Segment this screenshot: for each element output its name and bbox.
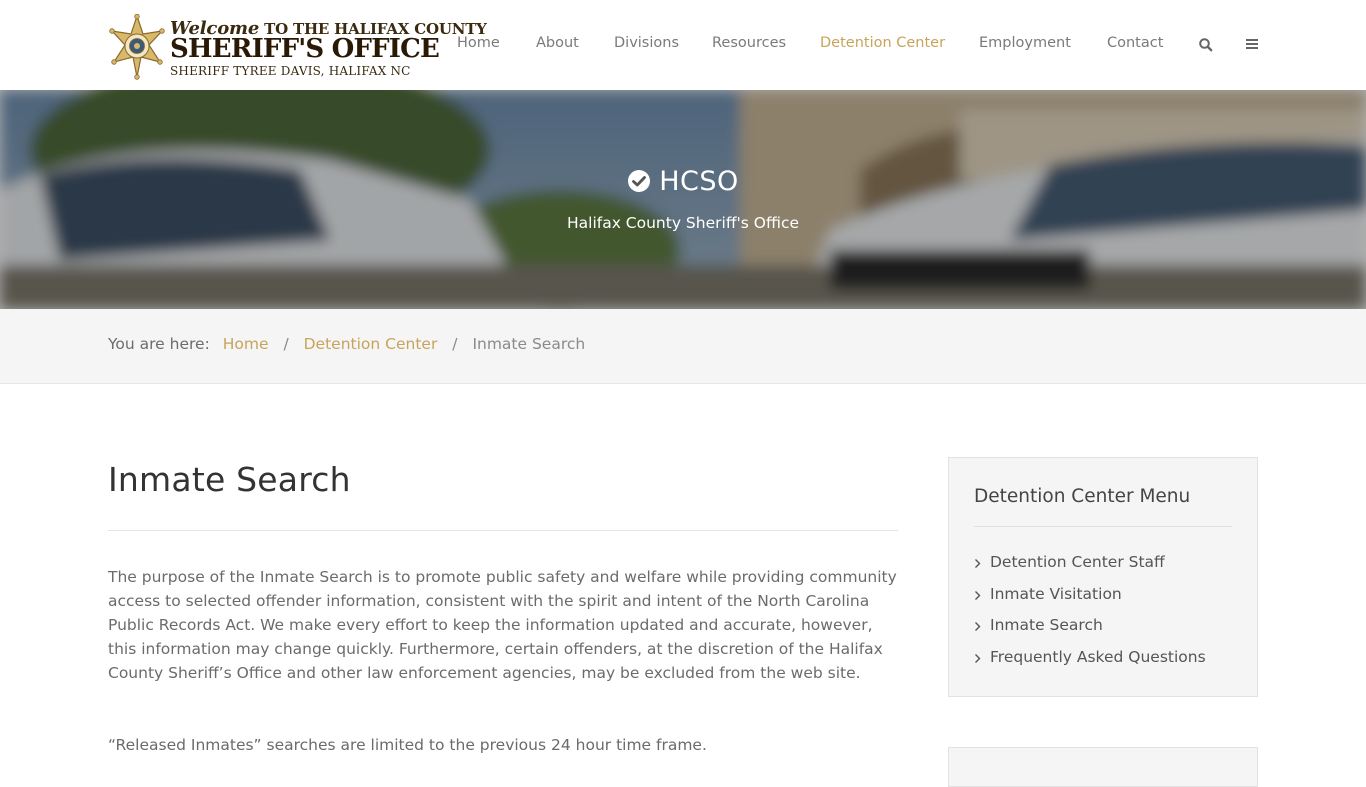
chevron-right-icon bbox=[975, 559, 981, 568]
sheriff-star-icon bbox=[109, 14, 165, 80]
check-circle-icon bbox=[628, 170, 651, 192]
search-icon[interactable] bbox=[1198, 35, 1214, 53]
title-divider bbox=[108, 530, 898, 531]
nav-detention-center[interactable]: Detention Center bbox=[820, 35, 945, 51]
nav-employment[interactable]: Employment bbox=[979, 35, 1071, 51]
hero-subtitle: Halifax County Sheriff's Office bbox=[566, 214, 799, 232]
released-inmates-note: “Released Inmates” searches are limited … bbox=[108, 736, 707, 754]
breadcrumb-lead: You are here: bbox=[108, 335, 210, 353]
sidebar-item-faq[interactable]: Frequently Asked Questions bbox=[974, 648, 1244, 680]
breadcrumb-separator: / bbox=[283, 335, 289, 353]
sidebar-divider bbox=[974, 526, 1232, 527]
site-logo[interactable]: Welcome TO THE HALIFAX COUNTY SHERIFF'S … bbox=[108, 14, 487, 82]
breadcrumb: You are here: Home / Detention Center / … bbox=[0, 309, 1366, 384]
sidebar-item-label: Detention Center Staff bbox=[990, 553, 1165, 571]
nav-divisions[interactable]: Divisions bbox=[614, 35, 679, 51]
page-title: Inmate Search bbox=[108, 460, 351, 499]
hero-title: HCSO bbox=[0, 166, 1366, 197]
breadcrumb-current: Inmate Search bbox=[472, 335, 586, 353]
sidebar-item-inmate-visitation[interactable]: Inmate Visitation bbox=[974, 585, 1244, 617]
chevron-right-icon bbox=[975, 622, 981, 632]
sidebar-title: Detention Center Menu bbox=[974, 486, 1191, 507]
hero-background-image bbox=[0, 90, 1366, 309]
menu-icon[interactable] bbox=[1244, 35, 1260, 53]
sidebar-item-label: Frequently Asked Questions bbox=[990, 648, 1206, 667]
detention-center-menu: Detention Center Menu Detention Center S… bbox=[948, 457, 1258, 697]
main-content: Inmate Search The purpose of the Inmate … bbox=[108, 460, 898, 754]
sidebar-item-inmate-search[interactable]: Inmate Search bbox=[974, 616, 1244, 648]
breadcrumb-separator: / bbox=[452, 335, 458, 353]
chevron-right-icon bbox=[975, 590, 981, 600]
nav-about[interactable]: About bbox=[536, 35, 579, 51]
sidebar-menu-list: Detention Center Staff Inmate Visitation… bbox=[974, 553, 1244, 680]
sidebar-widget-2 bbox=[948, 747, 1258, 787]
nav-resources[interactable]: Resources bbox=[712, 35, 786, 51]
hero-title-text: HCSO bbox=[659, 166, 739, 197]
logo-title-line: SHERIFF'S OFFICE bbox=[170, 34, 440, 64]
sidebar-item-label: Inmate Visitation bbox=[990, 584, 1122, 603]
hero-banner: HCSO Halifax County Sheriff's Office bbox=[0, 90, 1366, 309]
breadcrumb-detention-center[interactable]: Detention Center bbox=[304, 335, 438, 353]
nav-contact[interactable]: Contact bbox=[1107, 35, 1163, 51]
logo-sheriff-line: SHERIFF TYREE DAVIS, HALIFAX NC bbox=[170, 64, 411, 78]
sidebar-item-detention-center-staff[interactable]: Detention Center Staff bbox=[974, 553, 1244, 585]
intro-paragraph: The purpose of the Inmate Search is to p… bbox=[108, 568, 897, 682]
sidebar-item-label: Inmate Search bbox=[990, 616, 1103, 635]
chevron-right-icon bbox=[975, 654, 981, 664]
breadcrumb-home[interactable]: Home bbox=[223, 335, 269, 353]
site-header: Welcome TO THE HALIFAX COUNTY SHERIFF'S … bbox=[0, 0, 1366, 90]
nav-home[interactable]: Home bbox=[457, 35, 500, 51]
